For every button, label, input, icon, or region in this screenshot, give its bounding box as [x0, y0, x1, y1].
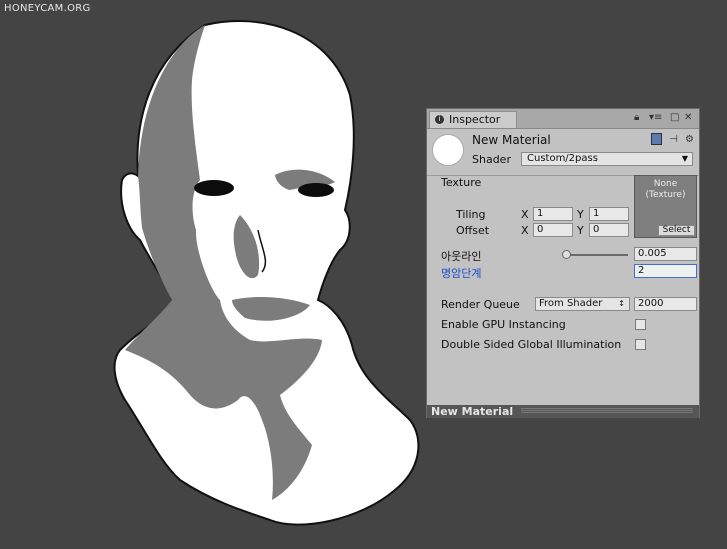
shader-dropdown[interactable]: Custom/2pass ▼ — [521, 152, 693, 166]
double-sided-gi-label: Double Sided Global Illumination — [441, 338, 622, 351]
shade-steps-label: 명암단계 — [441, 267, 482, 280]
shader-label: Shader — [472, 153, 511, 166]
tiling-y-label: Y — [577, 208, 584, 221]
outline-value-field[interactable]: 0.005 — [634, 247, 697, 261]
offset-label: Offset — [456, 224, 490, 237]
tab-inspector[interactable]: i Inspector — [429, 111, 517, 128]
offset-y-field[interactable]: 0 — [589, 223, 629, 237]
gpu-instancing-label: Enable GPU Instancing — [441, 318, 566, 331]
material-header: New Material ⊣ ⚙ Shader Custom/2pass ▼ — [427, 129, 699, 175]
shader-value: Custom/2pass — [527, 153, 598, 164]
watermark: HONEYCAM.ORG — [4, 3, 91, 14]
render-queue-dropdown[interactable]: From Shader ↕ — [535, 297, 630, 311]
texture-slot-text: None (Texture) — [645, 179, 686, 200]
tiling-y-field[interactable]: 1 — [589, 207, 629, 221]
texture-select-button[interactable]: Select — [658, 225, 695, 236]
close-icon[interactable]: ✕ — [684, 112, 692, 123]
inspector-window: i Inspector 🔒︎ ▾≡ □ ✕ New Material ⊣ ⚙ S… — [426, 108, 700, 418]
toon-head — [113, 20, 420, 526]
render-queue-label: Render Queue — [441, 298, 520, 311]
header-icons: ⊣ ⚙ — [647, 133, 694, 145]
tiling-label: Tiling — [456, 208, 486, 221]
texture-slot[interactable]: None (Texture) Select — [634, 175, 697, 238]
footer-material-name: New Material — [431, 405, 514, 418]
render-queue-mode: From Shader — [539, 298, 603, 309]
gpu-instancing-checkbox[interactable] — [635, 319, 646, 330]
inspector-tabbar: i Inspector 🔒︎ ▾≡ □ ✕ — [427, 109, 699, 129]
offset-y-label: Y — [577, 224, 584, 237]
info-icon: i — [435, 115, 444, 124]
shade-steps-field[interactable]: 2 — [634, 264, 697, 278]
preview-footer-bar[interactable]: New Material — [427, 405, 699, 418]
tiling-x-field[interactable]: 1 — [533, 207, 573, 221]
help-book-icon[interactable] — [650, 133, 662, 145]
left-eye — [194, 180, 234, 196]
lock-icon[interactable]: 🔒︎ — [634, 112, 639, 123]
outline-slider-thumb[interactable] — [562, 250, 572, 259]
preset-icon[interactable]: ⊣ — [669, 134, 678, 145]
tiling-x-label: X — [521, 208, 529, 221]
offset-x-field[interactable]: 0 — [533, 223, 573, 237]
maximize-icon[interactable]: □ — [670, 112, 679, 123]
material-preview — [432, 134, 464, 166]
updown-arrow-icon: ↕ — [618, 299, 625, 308]
resize-grip[interactable] — [521, 408, 693, 414]
material-name: New Material — [472, 133, 551, 147]
outline-label: 아웃라인 — [441, 250, 482, 263]
render-queue-value-field[interactable]: 2000 — [634, 297, 697, 311]
right-eye — [298, 183, 334, 197]
chevron-down-icon: ▼ — [681, 154, 688, 163]
offset-x-label: X — [521, 224, 529, 237]
texture-label: Texture — [441, 176, 482, 189]
tab-inspector-label: Inspector — [449, 113, 501, 126]
settings-gear-icon[interactable]: ⚙ — [685, 134, 694, 145]
outline-slider-track[interactable] — [565, 254, 628, 256]
double-sided-gi-checkbox[interactable] — [635, 339, 646, 350]
menu-icon[interactable]: ▾≡ — [649, 112, 662, 123]
